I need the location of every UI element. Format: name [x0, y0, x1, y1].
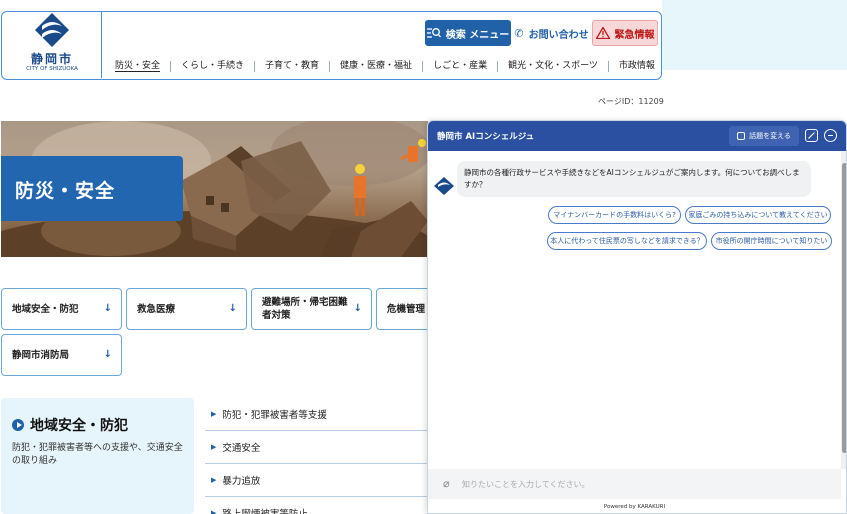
chat-input-area[interactable]: ⌀ 知りたいことを入力してください。: [428, 469, 841, 499]
link-label: 路上喫煙被害等防止: [222, 506, 308, 514]
nav-bousai-anzen[interactable]: 防災・安全: [105, 60, 172, 72]
chat-scrollbar[interactable]: [841, 151, 846, 469]
section-title: 地域安全・防犯: [12, 415, 128, 435]
category-label: 地域安全・防犯: [12, 303, 79, 315]
category-shobo-kyoku[interactable]: 静岡市消防局 ↓: [1, 334, 122, 376]
warning-icon: [595, 27, 610, 39]
ai-concierge-chat: 静岡市 AIコンシェルジュ 話題を変える 静岡市の各種行政サービスや手続きなどを…: [427, 120, 847, 514]
triangle-right-icon: ▶: [211, 476, 217, 484]
section-card: 地域安全・防犯 防犯・犯罪被害者等への支援や、交通安全の取り組み: [1, 398, 194, 514]
scrollbar-thumb[interactable]: [842, 163, 846, 453]
phone-icon: ✆: [514, 26, 524, 40]
powered-by: Powered by KARAKURI: [603, 504, 666, 510]
global-nav: 防災・安全 くらし・手続き 子育て・教育 健康・医療・福祉 しごと・産業 観光・…: [105, 56, 660, 76]
change-topic-button[interactable]: 話題を変える: [729, 126, 799, 146]
header-background-strip: [662, 0, 847, 70]
page-title: 防災・安全: [15, 180, 116, 202]
arrow-down-icon: ↓: [228, 303, 237, 314]
expand-icon[interactable]: [805, 129, 818, 142]
chat-input-placeholder: 知りたいことを入力してください。: [462, 480, 590, 489]
paperclip-icon[interactable]: ⌀: [443, 477, 450, 490]
site-header: 静岡市 CITY OF SHIZUOKA 検索 メニュー ✆ お問い合わせ 緊急…: [1, 11, 662, 80]
category-kyukyu-iryo[interactable]: 救急医療 ↓: [126, 288, 247, 330]
site-logo[interactable]: 静岡市 CITY OF SHIZUOKA: [2, 12, 102, 78]
section-link-list: ▶ 防犯・犯罪被害者等支援 ▶ 交通安全 ▶ 暴力追放 ▶ 路上喫煙被害等防止: [205, 398, 427, 514]
hero-banner: 防災・安全: [1, 121, 428, 257]
nav-kosodate[interactable]: 子育て・教育: [255, 60, 331, 72]
link-koutsu-anzen[interactable]: ▶ 交通安全: [205, 431, 427, 464]
section-description: 防犯・犯罪被害者等への支援や、交通安全の取り組み: [12, 443, 183, 466]
bot-message: 静岡市の各種行政サービスや手続きなどをAIコンシェルジュがご案内します。何につい…: [457, 161, 811, 197]
link-label: 暴力追放: [222, 476, 261, 487]
bot-avatar-icon: [434, 177, 454, 195]
link-bouhan[interactable]: ▶ 防犯・犯罪被害者等支援: [205, 398, 427, 431]
category-label: 静岡市消防局: [12, 349, 70, 361]
link-rojou-kitsuen[interactable]: ▶ 路上喫煙被害等防止: [205, 497, 427, 514]
nav-kankou[interactable]: 観光・文化・スポーツ: [498, 60, 609, 72]
contact-button[interactable]: ✆ お問い合わせ: [514, 20, 589, 46]
arrow-down-icon: ↓: [103, 303, 112, 314]
category-label: 救急医療: [137, 303, 176, 315]
suggestion-chip[interactable]: 家庭ごみの持ち込みについて教えてください: [685, 206, 831, 224]
category-label: 危機管理: [387, 303, 426, 315]
nav-shisei[interactable]: 市政情報: [609, 61, 665, 72]
suggestion-chip[interactable]: 市役所の開庁時間について知りたい: [711, 232, 832, 250]
nav-kenkou[interactable]: 健康・医療・福祉: [330, 60, 424, 72]
arrow-down-icon: ↓: [103, 349, 112, 360]
emergency-info-button[interactable]: 緊急情報: [592, 20, 658, 46]
search-menu-icon: [426, 28, 441, 38]
triangle-right-icon: ▶: [211, 443, 217, 451]
change-topic-label: 話題を変える: [749, 132, 791, 140]
refresh-icon: [737, 132, 746, 140]
category-hinan-basho[interactable]: 避難場所・帰宅困難者対策 ↓: [251, 288, 372, 330]
chat-title: 静岡市 AIコンシェルジュ: [437, 132, 535, 142]
logo-subtitle: CITY OF SHIZUOKA: [26, 66, 78, 72]
hero-title-box: 防災・安全: [1, 156, 183, 221]
minimize-icon[interactable]: [824, 129, 837, 142]
contact-label: お問い合わせ: [528, 29, 589, 41]
city-emblem-icon: [35, 13, 69, 47]
emergency-label: 緊急情報: [614, 29, 655, 41]
chat-header: 静岡市 AIコンシェルジュ 話題を変える: [428, 121, 846, 151]
category-chiiki-anzen[interactable]: 地域安全・防犯 ↓: [1, 288, 122, 330]
category-label: 避難場所・帰宅困難者対策: [262, 297, 348, 321]
arrow-down-icon: ↓: [353, 303, 362, 314]
logo-name: 静岡市: [30, 52, 73, 66]
play-circle-icon: [12, 419, 24, 431]
triangle-right-icon: ▶: [211, 410, 217, 418]
nav-shigoto[interactable]: しごと・産業: [423, 60, 499, 72]
link-bouryoku-tsuihou[interactable]: ▶ 暴力追放: [205, 464, 427, 497]
suggestion-chip[interactable]: マイナンバーカードの手数料はいくら?: [548, 206, 681, 224]
nav-kurashi[interactable]: くらし・手続き: [171, 60, 256, 72]
link-label: 防犯・犯罪被害者等支援: [222, 410, 327, 421]
triangle-right-icon: ▶: [211, 509, 217, 514]
suggestion-chip[interactable]: 本人に代わって住民票の写しなどを請求できる？: [547, 232, 707, 250]
page-id: ページID：11209: [598, 97, 664, 106]
section-title-text: 地域安全・防犯: [30, 418, 128, 434]
link-label: 交通安全: [222, 443, 261, 454]
search-menu-label: 検索 メニュー: [445, 29, 510, 41]
search-menu-button[interactable]: 検索 メニュー: [425, 20, 511, 46]
